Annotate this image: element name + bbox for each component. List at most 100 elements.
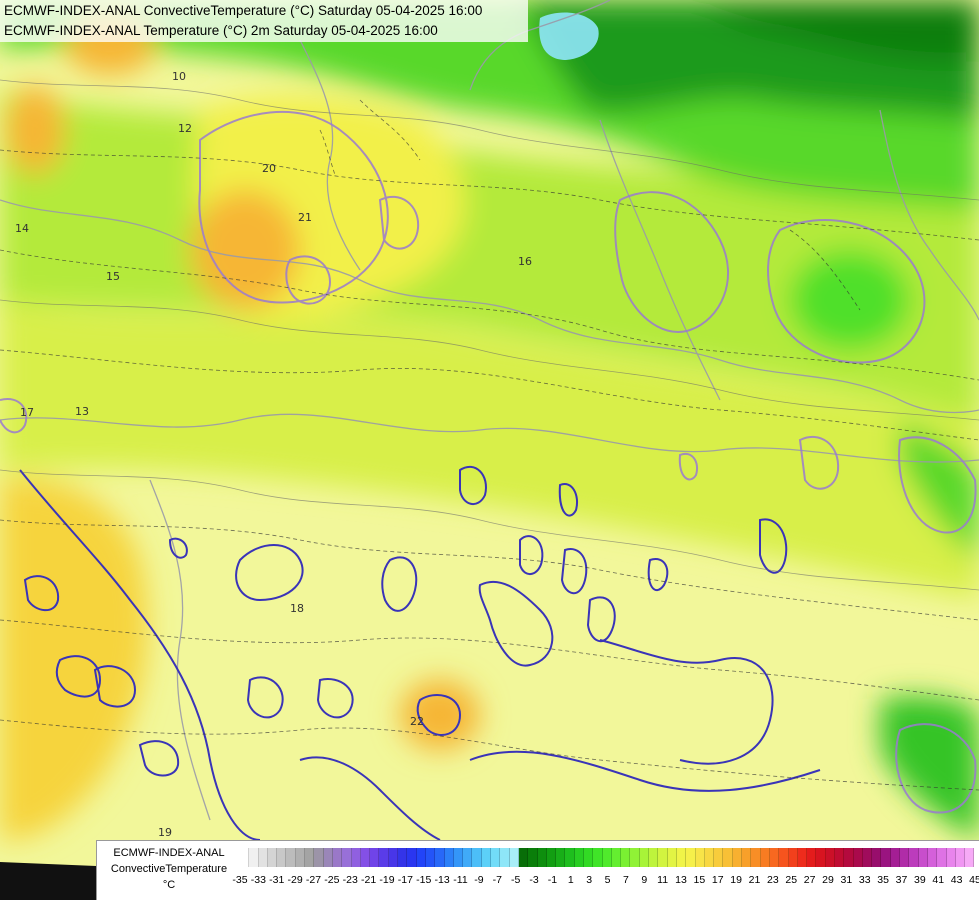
legend-swatch	[240, 848, 250, 867]
legend-tick-label: 39	[914, 874, 926, 886]
legend-swatch	[565, 848, 575, 867]
legend-tick-label: 21	[748, 874, 761, 886]
legend-swatch	[937, 848, 947, 867]
legend-swatch	[453, 848, 464, 867]
contour-label: 17	[20, 406, 34, 419]
legend-tick-label: 41	[932, 874, 945, 886]
legend-swatch	[862, 848, 873, 867]
legend-swatch	[277, 848, 287, 867]
legend-swatch	[779, 848, 789, 867]
contour-label: 12	[178, 122, 192, 135]
legend-swatch	[909, 848, 919, 867]
legend-swatch	[444, 848, 454, 867]
legend-swatch	[360, 848, 371, 867]
legend-swatch	[267, 848, 278, 867]
legend-swatch	[472, 848, 482, 867]
legend-tick-label: 33	[858, 874, 871, 886]
legend-tick-label: -17	[397, 874, 413, 886]
legend-tick-label: 5	[604, 874, 611, 886]
weather-map: 10 12 13 14 15 16 17 18 19 20 21 22 ECMW…	[0, 0, 979, 900]
legend-swatch	[621, 848, 631, 867]
legend-swatch	[295, 848, 306, 867]
legend-tick-label: -3	[529, 874, 539, 886]
legend-tick-label: -9	[474, 874, 484, 886]
legend-tick-label: 31	[840, 874, 853, 886]
legend-swatch	[853, 848, 863, 867]
legend-swatch	[639, 848, 650, 867]
legend-tick-label: 3	[586, 874, 593, 886]
legend-swatch	[946, 848, 956, 867]
legend-tick-label: 27	[803, 874, 816, 886]
legend-swatch	[788, 848, 798, 867]
legend-swatch	[955, 848, 966, 867]
legend-swatch	[825, 848, 835, 867]
off-map-area	[0, 862, 96, 900]
legend-tick-label: 9	[641, 874, 648, 886]
legend-swatch	[630, 848, 640, 867]
legend-swatch	[407, 848, 417, 867]
contour-label: 16	[518, 255, 532, 268]
legend-swatch	[695, 848, 705, 867]
legend-swatch	[351, 848, 361, 867]
legend-swatch	[797, 848, 808, 867]
legend-swatch	[370, 848, 380, 867]
contour-label: 14	[15, 222, 29, 235]
contour-label: 20	[262, 162, 276, 175]
legend-tick-label: -35	[232, 874, 248, 886]
legend-swatch	[686, 848, 696, 867]
legend-tick-label: -27	[305, 874, 322, 886]
legend-tick-label: -5	[510, 874, 521, 886]
legend-swatch	[900, 848, 910, 867]
legend-swatch	[342, 848, 352, 867]
legend-tick-label: 35	[877, 874, 889, 886]
legend-swatch	[742, 848, 752, 867]
legend-swatch	[574, 848, 584, 867]
legend-swatch	[835, 848, 845, 867]
legend-tick-label: 13	[675, 874, 687, 886]
contour-label: 15	[106, 270, 120, 283]
legend-swatch	[676, 848, 687, 867]
legend-model: ECMWF-INDEX-ANAL	[113, 847, 225, 859]
legend-tick-label: 29	[822, 874, 834, 886]
legend-swatch	[332, 848, 343, 867]
legend-swatch	[305, 848, 315, 867]
legend-swatch	[807, 848, 817, 867]
legend-swatch	[732, 848, 743, 867]
legend-tick-label: -31	[269, 874, 285, 886]
legend-swatch	[425, 848, 436, 867]
legend-swatch	[388, 848, 399, 867]
legend-swatch	[602, 848, 612, 867]
legend-swatch	[398, 848, 408, 867]
legend-swatch	[435, 848, 445, 867]
legend-swatch	[556, 848, 566, 867]
legend-variable: ConvectiveTemperature	[110, 863, 228, 875]
legend-swatch	[546, 848, 557, 867]
legend-swatch	[723, 848, 733, 867]
legend-swatch	[658, 848, 668, 867]
legend-swatch	[249, 848, 259, 867]
legend-swatch	[286, 848, 296, 867]
legend-swatch	[844, 848, 854, 867]
contour-label: 18	[290, 602, 304, 615]
legend-swatch	[593, 848, 603, 867]
legend-tick-label: 11	[657, 874, 669, 886]
legend-swatch	[416, 848, 426, 867]
legend-swatches	[240, 848, 975, 867]
contour-label: 21	[298, 211, 312, 224]
legend-swatch	[927, 848, 938, 867]
legend-tick-label: -21	[361, 874, 377, 886]
title-panel: ECMWF-INDEX-ANAL ConvectiveTemperature (…	[0, 0, 528, 42]
legend-swatch	[481, 848, 492, 867]
contour-label: 10	[172, 70, 186, 83]
legend-tick-label: 15	[693, 874, 706, 886]
title-line-2: ECMWF-INDEX-ANAL Temperature (°C) 2m Sat…	[4, 23, 438, 38]
legend-swatch	[872, 848, 882, 867]
legend-tick-label: 17	[711, 874, 724, 886]
legend-swatch	[323, 848, 333, 867]
legend-swatch	[918, 848, 928, 867]
legend-tick-label: 19	[730, 874, 742, 886]
color-legend: ECMWF-INDEX-ANAL ConvectiveTemperature °…	[96, 840, 979, 900]
legend-swatch	[816, 848, 826, 867]
legend-unit: °C	[162, 879, 176, 891]
legend-tick-label: 7	[622, 874, 629, 886]
